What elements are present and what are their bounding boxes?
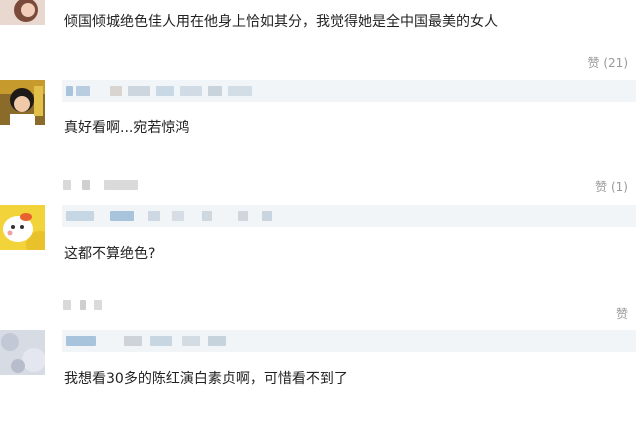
blurred-meta — [104, 180, 138, 190]
blurred-username — [110, 86, 122, 96]
user-avatar-icon[interactable] — [0, 205, 45, 250]
user-avatar-icon[interactable] — [0, 0, 45, 25]
blurred-meta — [80, 300, 86, 310]
blurred-username — [180, 86, 202, 96]
blurred-username — [238, 211, 248, 221]
like-button[interactable]: 赞 (1) — [595, 178, 628, 195]
username-bar[interactable] — [62, 80, 636, 102]
comment-text: 我想看30多的陈红演白素贞啊，可惜看不到了 — [64, 371, 348, 387]
blurred-username — [66, 86, 73, 96]
blurred-username — [76, 86, 90, 96]
blurred-username — [150, 336, 172, 346]
blurred-meta — [94, 300, 102, 310]
blurred-username — [128, 86, 150, 96]
blurred-username — [208, 336, 226, 346]
user-avatar-icon[interactable] — [0, 330, 45, 375]
blurred-username — [66, 211, 94, 221]
blurred-username — [148, 211, 160, 221]
user-avatar-icon[interactable] — [0, 80, 45, 125]
comment-text: 倾国倾城绝色佳人用在他身上恰如其分，我觉得她是全中国最美的女人 — [64, 14, 498, 30]
blurred-meta — [63, 300, 71, 310]
blurred-username — [110, 211, 134, 221]
comment-text: 真好看啊...宛若惊鸿 — [64, 120, 190, 136]
blurred-username — [156, 86, 174, 96]
like-button[interactable]: 赞 (21) — [588, 54, 628, 71]
blurred-username — [202, 211, 212, 221]
blurred-username — [228, 86, 252, 96]
blurred-username — [172, 211, 184, 221]
blurred-username — [182, 336, 200, 346]
username-bar[interactable] — [62, 205, 636, 227]
blurred-username — [66, 336, 96, 346]
like-button[interactable]: 赞 — [616, 305, 628, 322]
username-bar[interactable] — [62, 330, 636, 352]
blurred-username — [262, 211, 272, 221]
blurred-username — [124, 336, 142, 346]
blurred-meta — [82, 180, 90, 190]
blurred-meta — [63, 180, 71, 190]
blurred-username — [208, 86, 222, 96]
comment-text: 这都不算绝色? — [64, 246, 156, 262]
